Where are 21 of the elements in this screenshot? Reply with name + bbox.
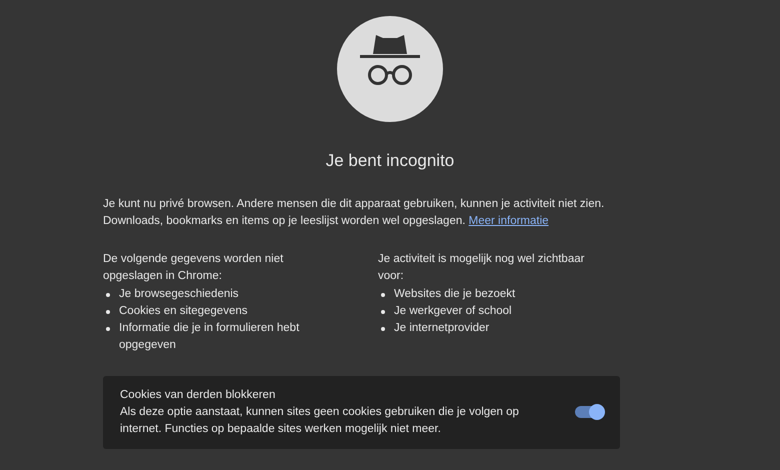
- bullet-icon: [106, 292, 110, 296]
- bullet-icon: [381, 310, 385, 314]
- incognito-icon: [337, 16, 443, 122]
- toggle-switch[interactable]: [575, 406, 603, 418]
- bullet-icon: [106, 326, 110, 330]
- list-item: Je werkgever of school: [394, 304, 513, 318]
- more-info-link[interactable]: Meer informatie: [468, 214, 549, 226]
- card-title: Cookies van derden blokkeren: [120, 388, 276, 402]
- intro-paragraph: Je kunt nu privé browsen. Andere mensen die dit apparaat gebruiken, kunnen je activiteit niet zien. Downloads, bookmarks en items op je leeslijst worden wel opgeslagen. Meer informatie: [103, 196, 606, 228]
- list-item: Informatie die je in formulieren hebt opgegeven: [119, 320, 300, 352]
- column-heading: De volgende gegevens worden niet opgeslagen in Chrome:: [103, 252, 284, 284]
- list-item: Cookies en sitegegevens: [119, 304, 248, 318]
- column-heading: Je activiteit is mogelijk nog wel zichtbaar voor:: [378, 252, 586, 284]
- list-item: Je internetprovider: [394, 320, 490, 336]
- list-item: Websites die je bezoekt: [394, 286, 516, 302]
- page-title: Je bent incognito: [326, 150, 454, 172]
- bullet-icon: [106, 310, 110, 314]
- bullet-icon: [381, 326, 385, 330]
- card-description: Als deze optie aanstaat, kunnen sites geen cookies gebruiken die je volgen op internet. Functies op bepaalde sites werken mogelijk niet meer.: [120, 404, 520, 436]
- bullet-icon: [381, 292, 385, 296]
- list-item: Je browsegeschiedenis: [119, 286, 240, 302]
